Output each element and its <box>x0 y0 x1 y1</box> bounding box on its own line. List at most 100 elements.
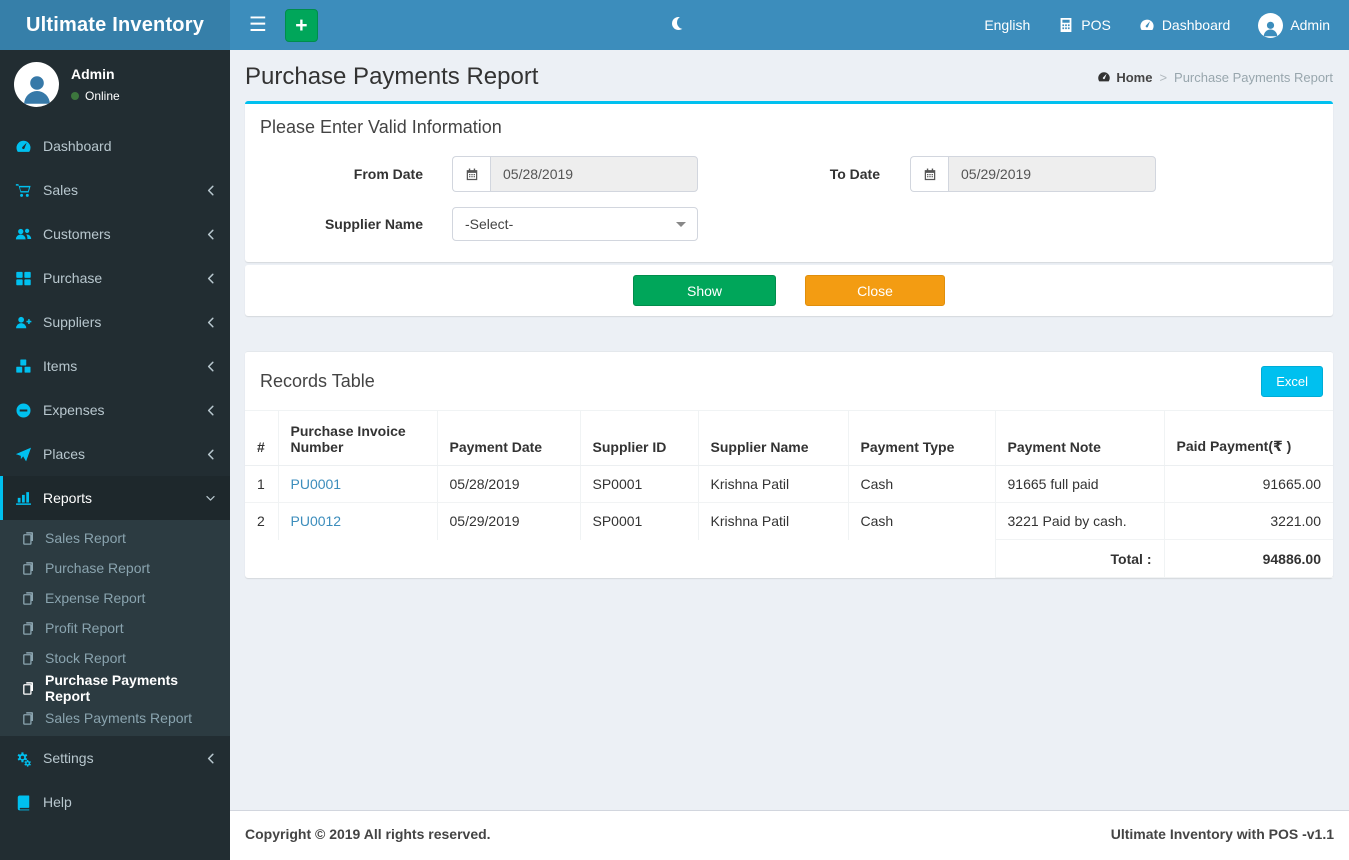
sidebar-item-items[interactable]: Items <box>0 344 230 388</box>
sidebar-item-purchase-report[interactable]: Purchase Report <box>0 553 230 583</box>
chevron-down-icon <box>206 495 215 501</box>
sub-item-label: Profit Report <box>45 620 124 636</box>
sidebar-user-status: Online <box>71 89 120 103</box>
book-icon <box>17 794 30 810</box>
sidebar: Admin Online Dashboard Sales Customers P… <box>0 50 230 860</box>
sub-item-label: Sales Payments Report <box>45 710 193 726</box>
sidebar-item-suppliers[interactable]: Suppliers <box>0 300 230 344</box>
cell-payment-date: 05/29/2019 <box>436 502 580 540</box>
select-caret-icon <box>676 222 686 227</box>
sidebar-menu-bottom: Settings Help <box>0 736 230 824</box>
sidebar-item-purchase-payments-report[interactable]: Purchase Payments Report <box>0 672 230 704</box>
dashboard-icon <box>1098 72 1111 82</box>
content-wrapper: Purchase Payments Report Home > Purchase… <box>230 50 1349 860</box>
sidebar-item-help[interactable]: Help <box>0 780 230 824</box>
chevron-left-icon <box>207 753 214 763</box>
navbar-main: ☰ + English POS Dashboard Admin <box>230 0 1349 50</box>
calendar-icon[interactable] <box>452 156 490 192</box>
report-copy-icon <box>23 620 34 635</box>
table-total-row: Total : 94886.00 <box>245 539 1333 578</box>
sidebar-item-customers[interactable]: Customers <box>0 212 230 256</box>
sidebar-item-stock-report[interactable]: Stock Report <box>0 643 230 673</box>
cell-supplier-name: Krishna Patil <box>697 465 848 503</box>
sidebar-item-sales[interactable]: Sales <box>0 168 230 212</box>
avatar <box>14 62 59 107</box>
col-header-supplier-id: Supplier ID <box>579 410 698 466</box>
dashboard-icon <box>16 140 31 152</box>
avatar <box>1258 12 1284 38</box>
sub-item-label: Purchase Report <box>45 560 151 576</box>
calendar-icon[interactable] <box>910 156 948 192</box>
reports-submenu: Sales Report Purchase Report Expense Rep… <box>0 520 230 736</box>
show-button[interactable]: Show <box>633 275 776 306</box>
sidebar-item-label: Customers <box>43 226 111 242</box>
to-date-input[interactable] <box>948 156 1156 192</box>
sub-item-label: Expense Report <box>45 590 146 606</box>
sidebar-item-dashboard[interactable]: Dashboard <box>0 124 230 168</box>
person-icon <box>1264 21 1278 36</box>
sidebar-item-label: Places <box>43 446 86 462</box>
grid-icon <box>16 271 31 285</box>
page-footer: Copyright © 2019 All rights reserved. Ul… <box>230 810 1349 860</box>
sidebar-toggle-icon[interactable]: ☰ <box>245 11 277 39</box>
report-copy-icon <box>23 680 34 695</box>
cell-payment-note: 3221 Paid by cash. <box>994 502 1164 540</box>
supplier-select[interactable]: -Select- <box>452 207 698 241</box>
chevron-left-icon <box>207 317 214 327</box>
user-name-label: Admin <box>1290 17 1330 33</box>
sidebar-item-sales-payments-report[interactable]: Sales Payments Report <box>0 703 230 733</box>
table-row: 1 PU0001 05/28/2019 SP0001 Krishna Patil… <box>245 465 1333 503</box>
invoice-link[interactable]: PU0012 <box>291 513 342 529</box>
gears-icon <box>17 751 31 767</box>
close-button[interactable]: Close <box>805 275 945 306</box>
pos-link[interactable]: POS <box>1058 17 1111 33</box>
from-date-label: From Date <box>353 166 423 182</box>
supplier-name-label: Supplier Name <box>324 216 423 232</box>
cell-payment-type: Cash <box>847 502 995 540</box>
copyright-text: Copyright © 2019 All rights reserved. <box>245 826 491 842</box>
user-menu[interactable]: Admin <box>1258 12 1330 38</box>
chevron-left-icon <box>207 273 214 283</box>
filter-box-title: Please Enter Valid Information <box>260 117 502 137</box>
sidebar-item-purchase[interactable]: Purchase <box>0 256 230 300</box>
calendar-icon <box>466 168 477 180</box>
excel-export-button[interactable]: Excel <box>1261 366 1323 397</box>
col-header-payment-type: Payment Type <box>847 410 995 466</box>
report-copy-icon <box>23 530 34 545</box>
sidebar-item-expense-report[interactable]: Expense Report <box>0 583 230 613</box>
sidebar-item-sales-report[interactable]: Sales Report <box>0 523 230 553</box>
col-header-invoice: Purchase Invoice Number <box>277 410 437 466</box>
col-header-supplier-name: Supplier Name <box>697 410 848 466</box>
breadcrumb-home[interactable]: Home <box>1097 70 1152 85</box>
sidebar-item-expenses[interactable]: Expenses <box>0 388 230 432</box>
loading-crescent-icon <box>672 16 690 30</box>
quick-add-button[interactable]: + <box>284 8 318 42</box>
report-copy-icon <box>23 650 34 665</box>
navbar-menu: English POS Dashboard Admin <box>984 12 1334 38</box>
actions-box: Show Close <box>245 265 1333 316</box>
sidebar-item-label: Sales <box>43 182 79 198</box>
from-date-input[interactable] <box>490 156 698 192</box>
cell-supplier-id: SP0001 <box>579 502 698 540</box>
sidebar-item-settings[interactable]: Settings <box>0 736 230 780</box>
sidebar-item-label: Reports <box>43 490 93 506</box>
dashboard-link[interactable]: Dashboard <box>1139 17 1230 33</box>
top-navbar: Ultimate Inventory ☰ + English POS Dashb… <box>0 0 1349 50</box>
brand-logo[interactable]: Ultimate Inventory <box>0 0 230 50</box>
col-header-num: # <box>245 410 278 466</box>
cell-payment-type: Cash <box>847 465 995 503</box>
invoice-link[interactable]: PU0001 <box>291 476 342 492</box>
report-copy-icon <box>23 560 34 575</box>
cart-icon <box>15 183 31 197</box>
online-dot-icon <box>71 92 79 100</box>
col-header-paid-payment: Paid Payment(₹ ) <box>1163 410 1333 466</box>
report-copy-icon <box>23 590 34 605</box>
online-label: Online <box>85 89 120 103</box>
sidebar-item-profit-report[interactable]: Profit Report <box>0 613 230 643</box>
breadcrumb: Home > Purchase Payments Report <box>1097 70 1333 85</box>
language-menu[interactable]: English <box>984 17 1030 33</box>
cubes-icon <box>16 358 31 373</box>
sidebar-item-reports[interactable]: Reports <box>0 476 230 520</box>
sidebar-item-places[interactable]: Places <box>0 432 230 476</box>
cell-payment-note: 91665 full paid <box>994 465 1164 503</box>
